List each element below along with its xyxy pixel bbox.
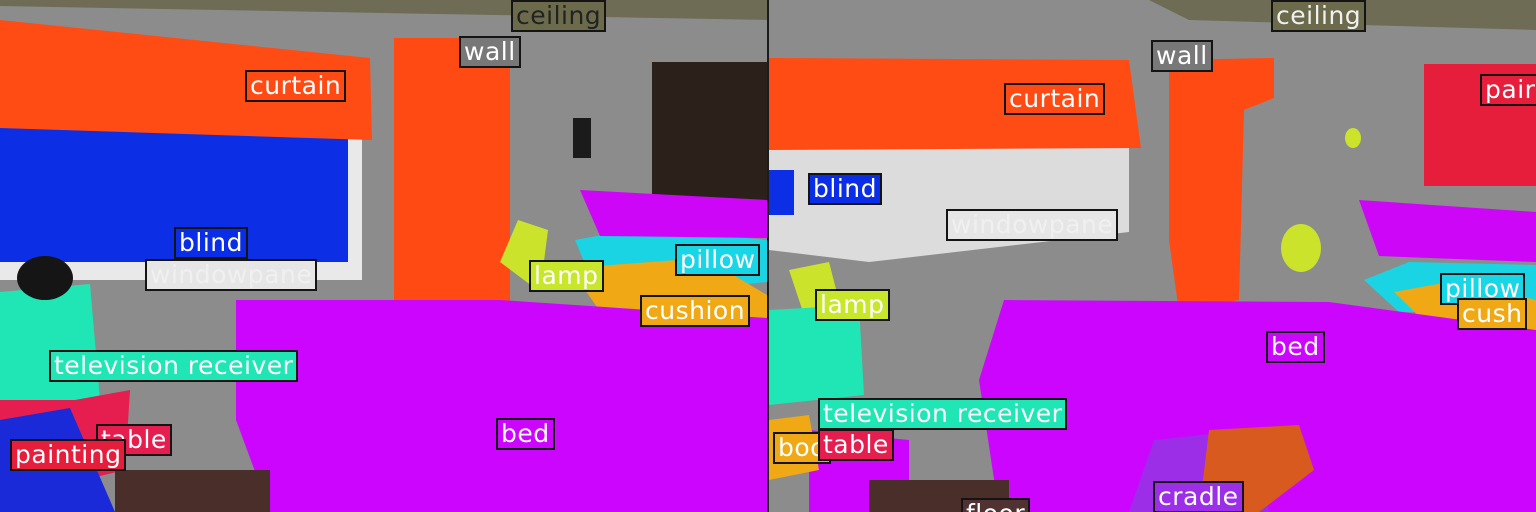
lamp-label: lamp <box>529 260 604 292</box>
blind-region <box>769 170 794 215</box>
segmentation-comparison: ceiling wall curtain blind windowpane la… <box>0 0 1536 512</box>
television-receiver-label: television receiver <box>818 398 1068 430</box>
painting-label: pair <box>1480 74 1536 106</box>
lamp-label: lamp <box>815 289 890 321</box>
wall-label: wall <box>459 36 521 68</box>
floor-region <box>115 470 270 512</box>
blind-label: blind <box>174 227 248 259</box>
painting-label: painting <box>10 439 127 471</box>
wall-object <box>573 118 591 158</box>
bed-label: bed <box>1266 331 1325 363</box>
windowpane-label: windowpane <box>145 259 318 291</box>
wall-label: wall <box>1151 40 1213 72</box>
cushion-label: cushion <box>640 295 751 327</box>
curtain-label: curtain <box>245 70 347 102</box>
chair-top-region <box>17 256 73 300</box>
dark-painting-region <box>652 62 767 214</box>
bed-label: bed <box>496 418 555 450</box>
curtain-panel-region <box>394 38 510 314</box>
floor-label: floor <box>961 498 1031 512</box>
wall-lamp-region <box>1345 128 1361 148</box>
ceiling-label: ceiling <box>511 0 607 32</box>
television-receiver-label: television receiver <box>49 350 299 382</box>
cradle-label: cradle <box>1153 481 1244 512</box>
lamp-shade-region <box>1281 224 1321 272</box>
ceiling-label: ceiling <box>1271 0 1367 32</box>
right-segmentation-view: ceiling wall curtain pair blind windowpa… <box>769 0 1536 512</box>
blind-label: blind <box>808 173 882 205</box>
television-region <box>0 284 100 410</box>
windowpane-label: windowpane <box>946 209 1119 241</box>
left-segmentation-view: ceiling wall curtain blind windowpane la… <box>0 0 767 512</box>
pillow-label: pillow <box>675 244 761 276</box>
table-label: table <box>818 429 894 461</box>
bed-region <box>236 300 767 512</box>
curtain-label: curtain <box>1004 83 1106 115</box>
cushion-label: cush <box>1457 298 1528 330</box>
